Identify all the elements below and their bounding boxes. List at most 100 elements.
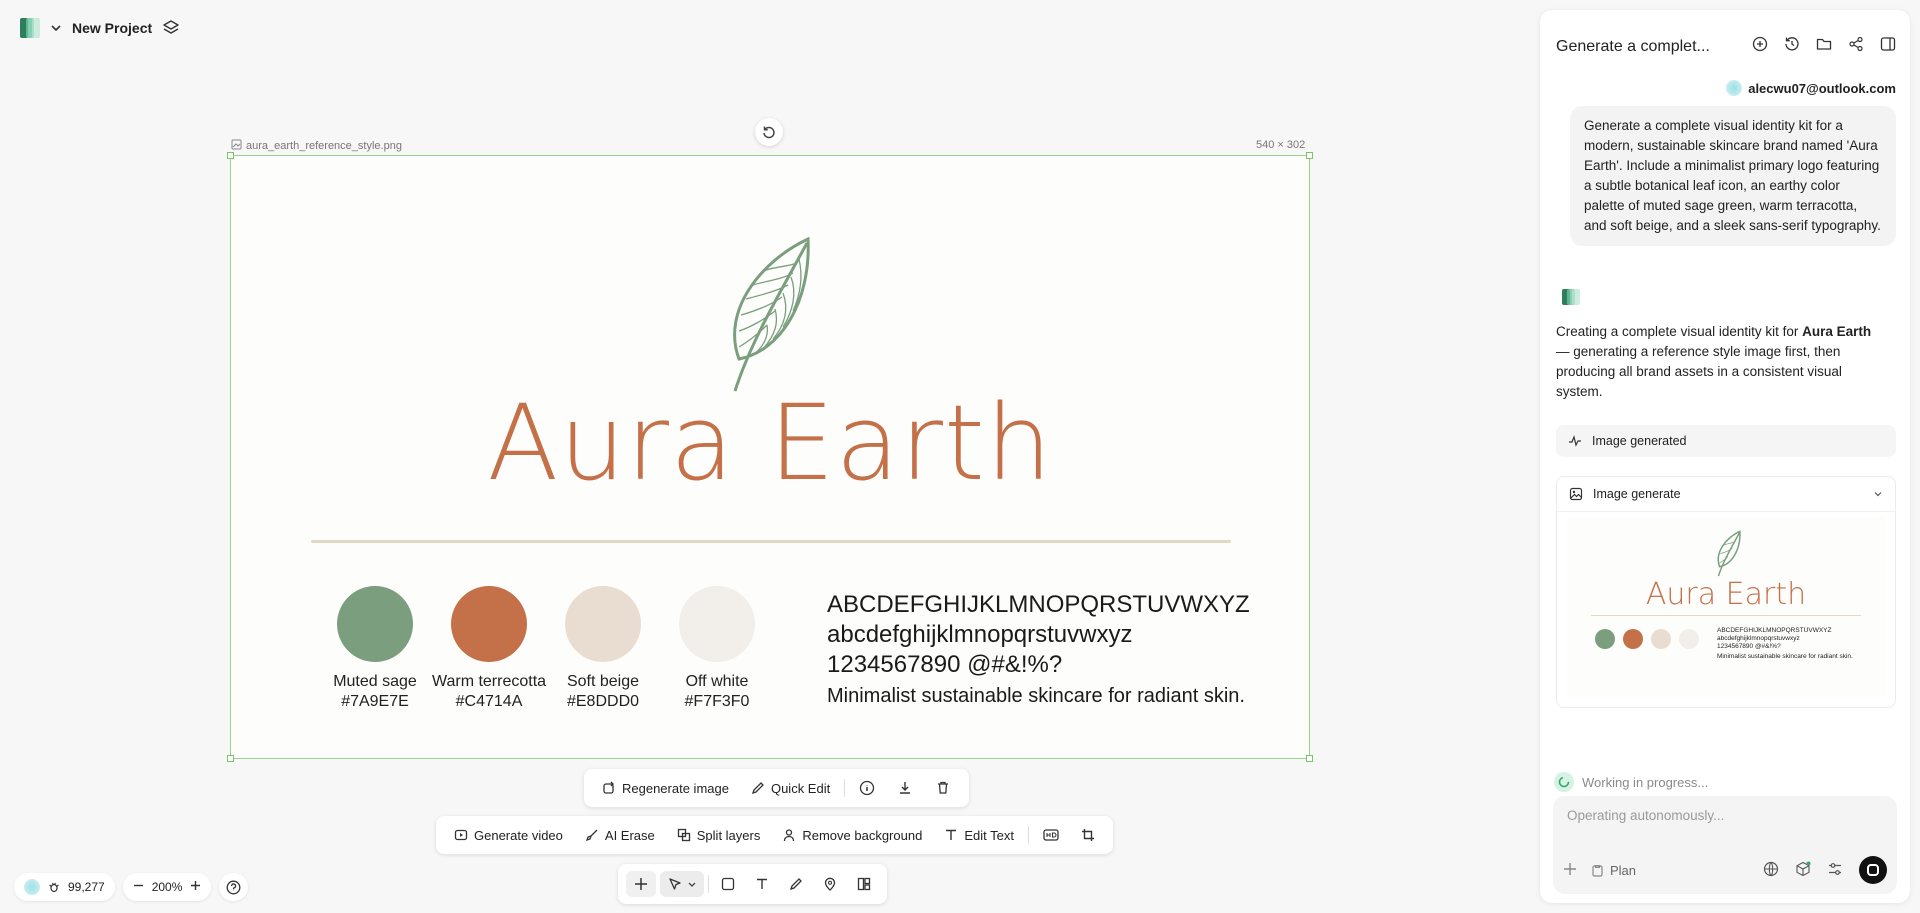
thumbnail-type-digits: 1234567890 @#&!%? bbox=[1717, 643, 1781, 650]
user-message: Generate a complete visual identity kit … bbox=[1570, 106, 1896, 246]
quick-edit-label: Quick Edit bbox=[770, 780, 831, 796]
resize-handle[interactable] bbox=[1306, 755, 1313, 762]
assistant-message-brand: Aura Earth bbox=[1802, 324, 1872, 339]
edit-text-button[interactable]: Edit Text bbox=[936, 822, 1022, 849]
cursor-icon bbox=[669, 878, 681, 890]
delete-button[interactable] bbox=[927, 774, 959, 802]
info-icon bbox=[860, 780, 875, 796]
type-lowercase: abcdefghijklmnopqrstuvwxyz bbox=[827, 621, 1133, 648]
sidebar-toggle-icon[interactable] bbox=[1880, 36, 1896, 57]
chat-input[interactable] bbox=[1567, 808, 1877, 823]
new-chat-icon[interactable] bbox=[1752, 36, 1768, 57]
resize-handle[interactable] bbox=[227, 152, 234, 159]
zoom-control: 200% bbox=[122, 873, 212, 901]
swatch-name: Off white bbox=[685, 673, 749, 690]
image-toolbar: Regenerate image Quick Edit bbox=[584, 769, 970, 807]
rotate-button[interactable] bbox=[755, 118, 783, 146]
project-name[interactable]: New Project bbox=[72, 20, 152, 36]
remove-background-button[interactable]: Remove background bbox=[774, 822, 930, 849]
zoom-out-button[interactable] bbox=[133, 880, 144, 894]
thumbnail-swatch bbox=[1651, 629, 1671, 649]
plan-button[interactable]: Plan bbox=[1591, 863, 1636, 878]
help-icon bbox=[226, 880, 241, 894]
top-bar: New Project bbox=[20, 14, 180, 42]
swatch-circle bbox=[679, 586, 755, 662]
assistant-message: Creating a complete visual identity kit … bbox=[1556, 322, 1886, 402]
panel-title[interactable]: Generate a complet... bbox=[1556, 38, 1710, 56]
trash-icon bbox=[938, 781, 949, 794]
quick-edit-button[interactable]: Quick Edit bbox=[743, 775, 838, 802]
pin-tool[interactable] bbox=[815, 871, 845, 897]
brush-icon bbox=[585, 829, 598, 842]
thumbnail-swatch bbox=[1595, 629, 1615, 649]
regenerate-icon bbox=[603, 781, 614, 794]
rotate-icon bbox=[763, 126, 775, 139]
canvas-file-label: aura_earth_reference_style.png bbox=[231, 139, 402, 153]
layers-icon[interactable] bbox=[162, 19, 180, 37]
swatch-off-white: Off white #F7F3F0 bbox=[647, 586, 787, 712]
split-layers-button[interactable]: Split layers bbox=[669, 822, 769, 849]
composer-right-actions bbox=[1763, 856, 1887, 884]
working-label: Working in progress... bbox=[1582, 774, 1709, 790]
credits-pill[interactable]: 99,277 bbox=[14, 873, 115, 901]
image-generate-header[interactable]: Image generate bbox=[1557, 477, 1895, 512]
rectangle-tool[interactable] bbox=[713, 871, 743, 897]
image-generate-card: Image generate Aura Earth ABCDEFGHIJKLMN… bbox=[1556, 476, 1896, 708]
select-tool[interactable] bbox=[660, 871, 704, 897]
text-tool[interactable] bbox=[747, 871, 777, 897]
square-icon bbox=[721, 877, 735, 891]
stop-button[interactable] bbox=[1859, 856, 1887, 884]
thumbnail-type-lower: abcdefghijklmnopqrstuvwxyz bbox=[1717, 635, 1800, 642]
sliders-icon[interactable] bbox=[1827, 861, 1843, 880]
chat-panel: Generate a complet... alecwu07@outlook.c… bbox=[1540, 10, 1910, 903]
swatch-hex: #F7F3F0 bbox=[684, 693, 750, 710]
generate-video-button[interactable]: Generate video bbox=[446, 822, 571, 849]
toolbar-separator bbox=[708, 875, 709, 893]
layout-tool[interactable] bbox=[849, 871, 879, 897]
history-icon[interactable] bbox=[1784, 36, 1800, 57]
credits-count: 99,277 bbox=[68, 880, 105, 894]
artboard[interactable]: Aura Earth Muted sage #7A9E7E Warm terre… bbox=[227, 152, 1313, 762]
resize-handle[interactable] bbox=[1306, 152, 1313, 159]
zoom-in-button[interactable] bbox=[190, 880, 201, 894]
clipboard-icon bbox=[1592, 864, 1603, 877]
avatar bbox=[24, 879, 40, 895]
image-icon bbox=[1569, 487, 1583, 501]
status-image-generated[interactable]: Image generated bbox=[1556, 425, 1896, 457]
crop-button[interactable] bbox=[1073, 822, 1103, 848]
regenerate-image-button[interactable]: Regenerate image bbox=[594, 775, 737, 802]
chevron-down-icon bbox=[688, 882, 696, 887]
info-button[interactable] bbox=[851, 774, 883, 802]
resize-handle[interactable] bbox=[227, 755, 234, 762]
leaf-logo-icon bbox=[1717, 530, 1741, 577]
add-button[interactable] bbox=[626, 871, 656, 897]
attach-button[interactable] bbox=[1563, 862, 1577, 879]
app-logo[interactable] bbox=[20, 16, 40, 40]
help-button[interactable] bbox=[219, 873, 249, 901]
tagline: Minimalist sustainable skincare for radi… bbox=[827, 685, 1245, 707]
ai-erase-button[interactable]: AI Erase bbox=[577, 822, 663, 849]
minus-icon bbox=[133, 884, 143, 887]
tool-dock bbox=[618, 864, 887, 904]
folder-icon[interactable] bbox=[1816, 36, 1832, 57]
share-icon[interactable] bbox=[1848, 36, 1864, 57]
panel-header: Generate a complet... bbox=[1556, 36, 1896, 57]
canvas-file-name: aura_earth_reference_style.png bbox=[246, 140, 402, 152]
zoom-level[interactable]: 200% bbox=[152, 880, 183, 894]
pen-tool[interactable] bbox=[781, 871, 811, 897]
text-icon bbox=[946, 829, 957, 840]
thumbnail-tagline: Minimalist sustainable skincare for radi… bbox=[1717, 653, 1853, 660]
hd-upscale-button[interactable] bbox=[1035, 822, 1067, 848]
crop-icon bbox=[1081, 829, 1094, 841]
bug-icon bbox=[49, 882, 59, 893]
regenerate-label: Regenerate image bbox=[622, 780, 729, 796]
activity-icon bbox=[1569, 435, 1581, 447]
download-button[interactable] bbox=[889, 774, 921, 802]
cube-icon[interactable] bbox=[1795, 861, 1811, 880]
globe-icon[interactable] bbox=[1763, 861, 1779, 880]
leaf-logo-icon bbox=[733, 236, 810, 392]
thumbnail-type-upper: ABCDEFGHIJKLMNOPQRSTUVWXYZ bbox=[1717, 627, 1832, 634]
chevron-down-icon[interactable] bbox=[50, 22, 62, 34]
generated-image-thumbnail[interactable]: Aura Earth ABCDEFGHIJKLMNOPQRSTUVWXYZ ab… bbox=[1567, 517, 1885, 697]
swatch-circle bbox=[565, 586, 641, 662]
